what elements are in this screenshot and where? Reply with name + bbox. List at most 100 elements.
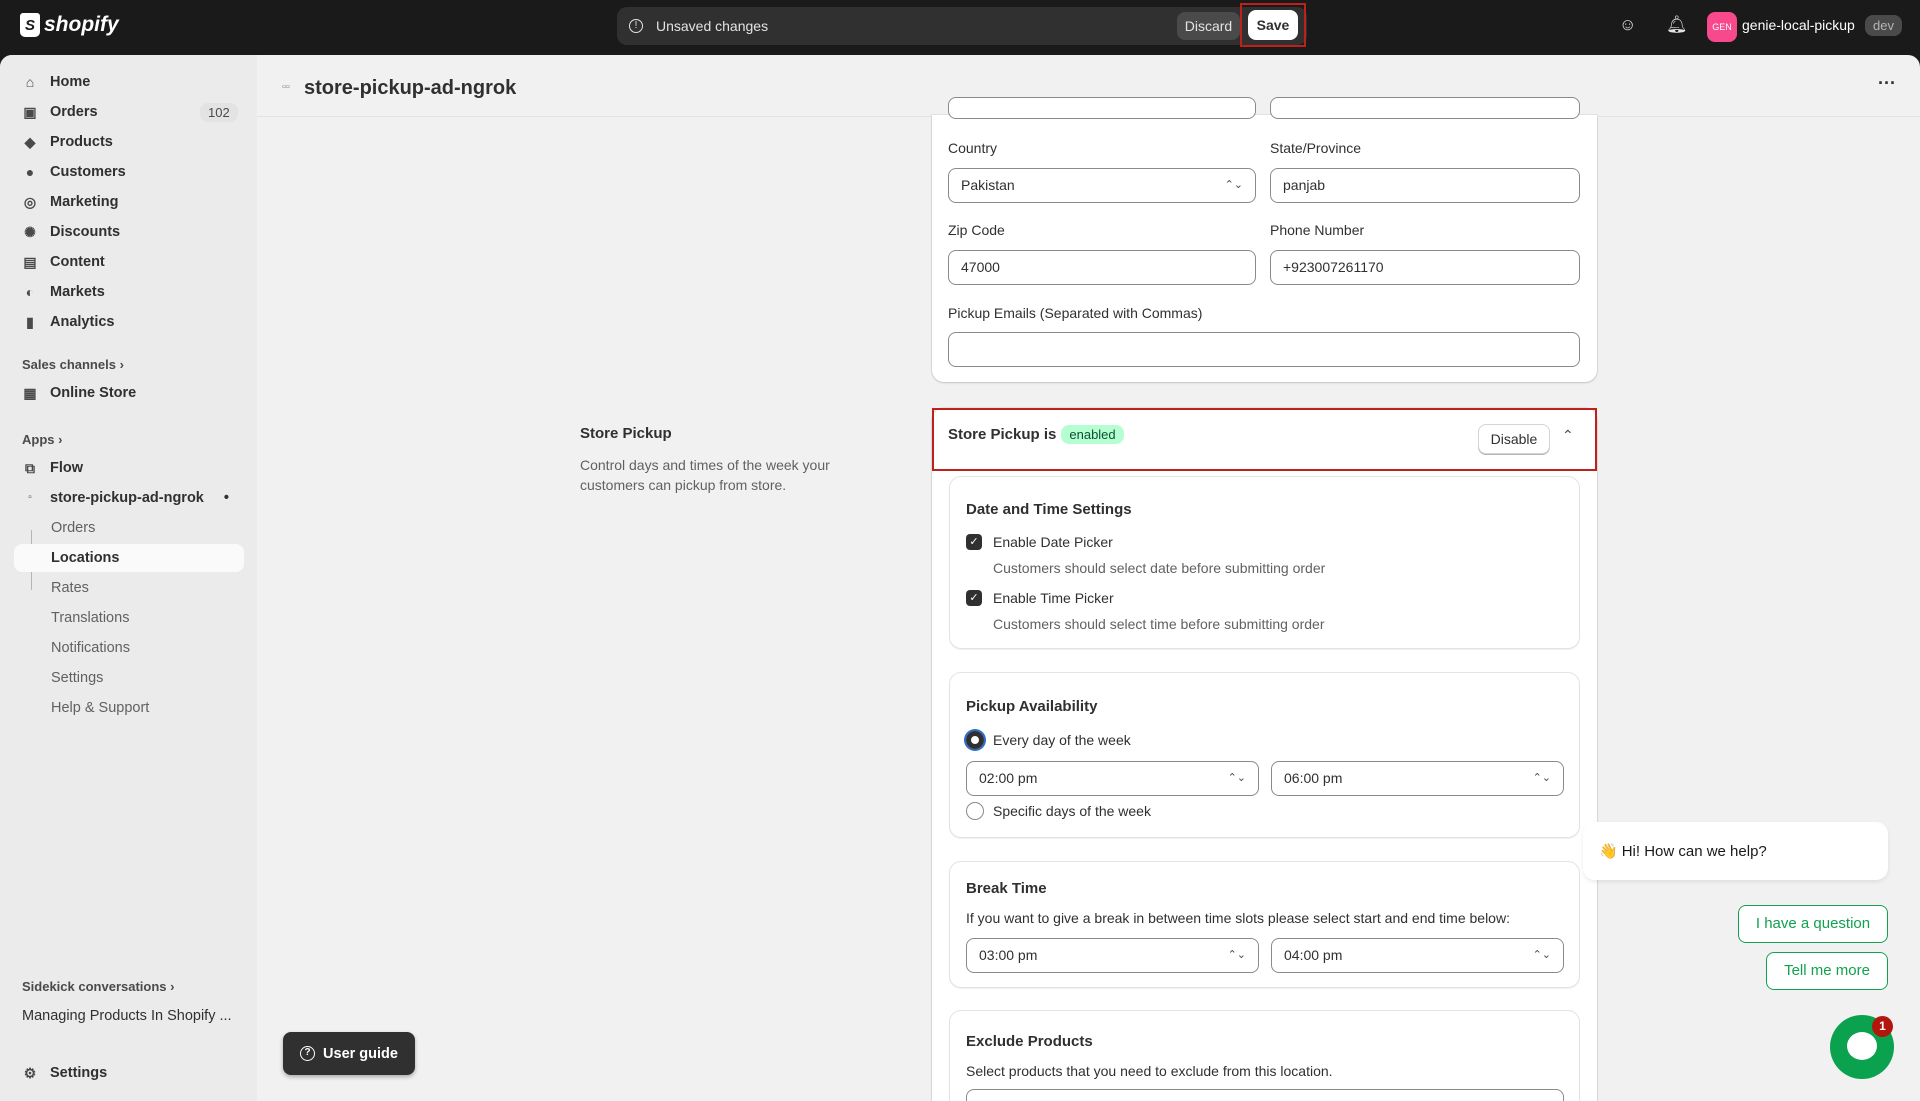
app-icon: ▫ bbox=[28, 492, 32, 503]
unsaved-label: Unsaved changes bbox=[656, 18, 769, 34]
top-bar: Sshopify ! Unsaved changes Discard Save ☺… bbox=[0, 0, 1920, 55]
tag-icon: ◆ bbox=[24, 134, 36, 150]
person-icon: ● bbox=[25, 164, 35, 180]
sidebar-item-markets[interactable]: ◐ Markets bbox=[22, 279, 105, 305]
select-chevron-icon: ⌃⌄ bbox=[1227, 772, 1246, 784]
sidebar-item-online-store[interactable]: ▦ Online Store bbox=[22, 380, 136, 406]
panel-title: Date and Time Settings bbox=[966, 501, 1132, 518]
date-picker-checkbox[interactable]: ✓ bbox=[966, 534, 982, 550]
orders-icon: ▣ bbox=[23, 104, 37, 120]
address-field-above[interactable] bbox=[948, 97, 1256, 119]
every-day-label: Every day of the week bbox=[993, 732, 1131, 748]
select-chevron-icon: ⌃⌄ bbox=[1532, 949, 1551, 961]
status-badge: enabled bbox=[1061, 425, 1124, 444]
sidebar-item-orders[interactable]: ▣ Orders bbox=[22, 99, 97, 125]
app-sub-translations[interactable]: Translations bbox=[51, 605, 129, 631]
zip-input[interactable]: 47000 bbox=[948, 250, 1256, 285]
sidebar-item-products[interactable]: ◆ Products bbox=[22, 129, 113, 155]
target-icon: ◎ bbox=[23, 194, 37, 210]
home-icon: ⌂ bbox=[25, 74, 35, 90]
store-pickup-section-desc: Control days and times of the week your … bbox=[580, 457, 830, 493]
panel-title: Exclude Products bbox=[966, 1033, 1093, 1050]
country-label: Country bbox=[948, 140, 998, 156]
sidebar-item-app[interactable]: ▫ store-pickup-ad-ngrok • bbox=[22, 485, 229, 511]
selected-item-bg bbox=[14, 544, 244, 572]
specific-days-radio[interactable] bbox=[966, 802, 984, 820]
availability-start-select[interactable]: 02:00 pm ⌃⌄ bbox=[966, 761, 1259, 796]
discard-button[interactable]: Discard bbox=[1177, 12, 1240, 40]
sidebar: ⌂ Home ▣ Orders 102 ◆ Products ● Customers ◎… bbox=[0, 55, 257, 1101]
chat-option-question[interactable]: I have a question bbox=[1738, 905, 1888, 943]
panel-title: Break Time bbox=[966, 880, 1047, 897]
disable-button[interactable]: Disable bbox=[1478, 424, 1550, 454]
state-label: State/Province bbox=[1270, 140, 1362, 156]
shopify-bag-icon: S bbox=[20, 13, 40, 37]
more-actions-icon[interactable]: ··· bbox=[1878, 73, 1896, 94]
wave-icon: 👋 bbox=[1599, 843, 1618, 860]
chat-option-tell-more[interactable]: Tell me more bbox=[1766, 952, 1888, 990]
shop-name[interactable]: genie-local-pickup bbox=[1742, 17, 1855, 33]
collapse-chevron-icon[interactable]: ⌃ bbox=[1562, 427, 1574, 444]
app-sub-help[interactable]: Help & Support bbox=[51, 695, 149, 721]
sidebar-item-discounts[interactable]: ✺ Discounts bbox=[22, 219, 120, 245]
apps-link[interactable]: Apps › bbox=[22, 432, 62, 447]
exclude-products-select[interactable] bbox=[966, 1089, 1564, 1101]
save-highlight bbox=[1240, 3, 1306, 47]
specific-days-label: Specific days of the week bbox=[993, 803, 1151, 819]
discount-icon: ✺ bbox=[24, 224, 36, 240]
app-sub-settings[interactable]: Settings bbox=[51, 665, 103, 691]
select-chevron-icon: ⌃⌄ bbox=[1224, 179, 1243, 191]
bar-chart-icon: ▮ bbox=[26, 314, 34, 330]
chat-greeting-bubble: 👋 Hi! How can we help? bbox=[1583, 822, 1888, 880]
sidekick-icon[interactable]: ☺ bbox=[1619, 15, 1636, 35]
sidebar-item-marketing[interactable]: ◎ Marketing bbox=[22, 189, 119, 215]
user-guide-button[interactable]: ? User guide bbox=[283, 1032, 415, 1075]
page-title: store-pickup-ad-ngrok bbox=[304, 77, 517, 99]
break-time-panel: Break Time If you want to give a break i… bbox=[949, 861, 1580, 988]
break-end-select[interactable]: 04:00 pm ⌃⌄ bbox=[1271, 938, 1564, 973]
sidebar-item-analytics[interactable]: ▮ Analytics bbox=[22, 309, 114, 335]
avatar[interactable]: GEN bbox=[1707, 12, 1737, 42]
shopify-logo[interactable]: Sshopify bbox=[20, 13, 119, 37]
state-input[interactable]: panjab bbox=[1270, 168, 1580, 203]
store-pickup-section-title: Store Pickup bbox=[580, 425, 672, 442]
app-sub-rates[interactable]: Rates bbox=[51, 575, 89, 601]
app-sub-notifications[interactable]: Notifications bbox=[51, 635, 130, 661]
address-card: Country State/Province Pakistan ⌃⌄ panjab… bbox=[932, 97, 1597, 382]
flow-icon: ⧉ bbox=[25, 460, 35, 476]
address-field-above-2[interactable] bbox=[1270, 97, 1580, 119]
break-start-select[interactable]: 03:00 pm ⌃⌄ bbox=[966, 938, 1259, 973]
every-day-radio[interactable] bbox=[966, 731, 984, 749]
app-sub-orders[interactable]: Orders bbox=[51, 515, 95, 541]
env-badge: dev bbox=[1865, 15, 1902, 36]
sidebar-item-flow[interactable]: ⧉ Flow bbox=[22, 455, 83, 481]
availability-end-select[interactable]: 06:00 pm ⌃⌄ bbox=[1271, 761, 1564, 796]
app-sub-locations[interactable]: Locations bbox=[51, 545, 119, 571]
sidebar-item-home[interactable]: ⌂ Home bbox=[22, 69, 91, 95]
exclude-desc: Select products that you need to exclude… bbox=[966, 1063, 1333, 1079]
pickup-emails-input[interactable] bbox=[948, 332, 1580, 367]
date-picker-help: Customers should select date before subm… bbox=[993, 560, 1326, 576]
pin-dot: • bbox=[223, 490, 229, 506]
sales-channels-link[interactable]: Sales channels › bbox=[22, 357, 124, 372]
bell-icon[interactable]: 🔔︎ bbox=[1666, 15, 1688, 35]
time-picker-checkbox[interactable]: ✓ bbox=[966, 590, 982, 606]
gear-icon: ⚙ bbox=[23, 1065, 37, 1081]
phone-input[interactable]: +923007261170 bbox=[1270, 250, 1580, 285]
exclude-products-panel: Exclude Products Select products that yo… bbox=[949, 1010, 1580, 1101]
country-select[interactable]: Pakistan ⌃⌄ bbox=[948, 168, 1256, 203]
date-time-settings-panel: Date and Time Settings ✓ Enable Date Pic… bbox=[949, 476, 1580, 649]
chat-bubble-icon bbox=[1847, 1032, 1877, 1060]
store-pickup-status: Store Pickup is enabled bbox=[948, 425, 1124, 444]
sidebar-item-customers[interactable]: ● Customers bbox=[22, 159, 126, 185]
sidekick-conversations-link[interactable]: Sidekick conversations › bbox=[22, 979, 174, 994]
phone-label: Phone Number bbox=[1270, 222, 1365, 238]
orders-count-badge: 102 bbox=[200, 103, 238, 122]
sidebar-item-content[interactable]: ▤ Content bbox=[22, 249, 104, 275]
break-time-desc: If you want to give a break in between t… bbox=[966, 910, 1510, 926]
conversation-item[interactable]: Managing Products In Shopify ... bbox=[22, 1008, 232, 1024]
app-icon: ▫▫ bbox=[282, 81, 290, 93]
unread-badge: 1 bbox=[1872, 1016, 1893, 1037]
select-chevron-icon: ⌃⌄ bbox=[1532, 772, 1551, 784]
sidebar-item-settings[interactable]: ⚙ Settings bbox=[22, 1060, 107, 1086]
